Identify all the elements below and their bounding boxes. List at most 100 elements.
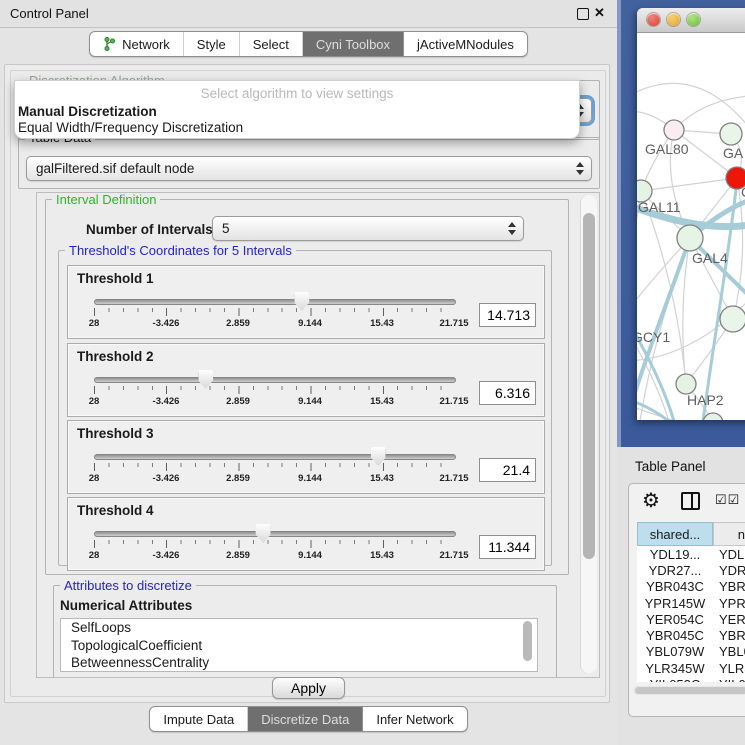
attribute-list-item[interactable]: TopologicalCoefficient	[61, 637, 537, 655]
cell-name: YIL0	[713, 677, 745, 682]
settings-scrollpane: Interval Definition Number of Intervals …	[36, 192, 600, 678]
threshold-1-slider[interactable]: -3.4262.8599.14415.4321.71528	[94, 290, 454, 336]
tab-infer-network[interactable]: Infer Network	[362, 707, 466, 731]
scale-label: 9.144	[298, 473, 322, 484]
cell-name: YBR0	[713, 628, 745, 643]
split-columns-icon[interactable]	[681, 492, 700, 510]
threshold-4-value-input[interactable]	[479, 535, 536, 559]
table-row[interactable]: YLR345W YLR3	[637, 660, 745, 676]
tab-network-label: Network	[122, 37, 170, 52]
threshold-4-slider[interactable]: -3.4262.8599.14415.4321.71528	[94, 522, 454, 568]
table-row[interactable]: YBL079W YBL0	[637, 644, 745, 660]
threshold-3-slider[interactable]: -3.4262.8599.14415.4321.71528	[94, 445, 454, 491]
slider-scale-labels: -3.4262.8599.14415.4321.71528	[94, 550, 454, 562]
cell-name: YBL0	[713, 644, 745, 659]
threshold-3-panel: Threshold 3 -3.4262.8599.14415.4321.7152…	[67, 420, 545, 494]
node-label-partial-below-red: C	[741, 184, 745, 200]
scale-label: 28	[89, 318, 100, 329]
network-window: GAL80 GA C GAL11 GAL4 GCY1 H HAP2	[637, 8, 745, 420]
numerical-attributes-listbox[interactable]: SelfLoopsTopologicalCoefficientBetweenne…	[60, 618, 538, 672]
table-row[interactable]: YDL19... YDL1	[637, 546, 745, 562]
slider-track[interactable]	[94, 531, 456, 537]
table-panel-toolbar: ⚙ ☑☑	[629, 484, 745, 518]
screen: Control Panel ✕ Network Style Select Cyn…	[0, 0, 745, 745]
gear-icon[interactable]: ⚙	[642, 488, 660, 513]
threshold-1-label: Threshold 1	[77, 271, 154, 286]
threshold-1-value-input[interactable]	[479, 303, 536, 327]
scale-label: 2.859	[226, 396, 250, 407]
threshold-2-slider[interactable]: -3.4262.8599.14415.4321.71528	[94, 368, 454, 414]
cell-shared-name: YBR043C	[637, 579, 713, 594]
slider-scale-labels: -3.4262.8599.14415.4321.71528	[94, 473, 454, 485]
zoom-traffic-light[interactable]	[687, 13, 700, 26]
scale-label: 21.715	[439, 318, 468, 329]
scale-label: 21.715	[439, 550, 468, 561]
table-row[interactable]: YDR27... YDR2	[637, 562, 745, 578]
tab-select[interactable]: Select	[239, 32, 302, 56]
node-gal4[interactable]	[677, 225, 703, 251]
float-window-icon[interactable]	[577, 8, 589, 20]
checkbox-icons[interactable]: ☑☑	[715, 492, 740, 508]
network-canvas[interactable]: GAL80 GA C GAL11 GAL4 GCY1 H HAP2	[637, 33, 745, 420]
threshold-1-panel: Threshold 1 -3.4262.8599.14415.4321.7152…	[67, 265, 545, 339]
table-hscrollbar-thumb[interactable]	[635, 687, 745, 694]
cell-shared-name: YBL079W	[637, 644, 713, 659]
threshold-3-value-input[interactable]	[479, 458, 536, 482]
node-partial-top-right[interactable]	[720, 123, 742, 145]
attribute-list-item[interactable]: SelfLoops	[61, 619, 537, 637]
tab-network[interactable]: Network	[90, 32, 183, 56]
node-partial-right-mid[interactable]	[720, 306, 745, 332]
control-panel-titlebar: Control Panel ✕	[0, 0, 617, 28]
column-header-name[interactable]: na	[713, 522, 745, 546]
table-row[interactable]: YIL052C YIL0	[637, 676, 745, 682]
table-data-combobox[interactable]: galFiltered.sif default node	[26, 156, 592, 181]
apply-button[interactable]: Apply	[272, 677, 345, 699]
attribute-list-item[interactable]: BetweennessCentrality	[61, 654, 537, 672]
function-tab-bar: Impute Data Discretize Data Infer Networ…	[0, 706, 617, 732]
close-icon[interactable]: ✕	[594, 5, 605, 21]
tab-impute-data[interactable]: Impute Data	[150, 707, 247, 731]
thresholds-group: Threshold's Coordinates for 5 Intervals …	[58, 250, 552, 566]
cell-name: YPR1	[713, 596, 745, 611]
settings-scrollbar-thumb[interactable]	[583, 213, 595, 559]
tab-style[interactable]: Style	[183, 32, 239, 56]
thresholds-group-title: Threshold's Coordinates for 5 Intervals	[65, 243, 296, 258]
cell-shared-name: YPR145W	[637, 596, 713, 611]
slider-ticks-major	[94, 463, 455, 471]
scale-label: 9.144	[298, 396, 322, 407]
close-traffic-light[interactable]	[647, 13, 660, 26]
cell-name: YBR0	[713, 579, 745, 594]
tab-cyni-toolbox[interactable]: Cyni Toolbox	[302, 32, 403, 56]
table-panel-title: Table Panel	[635, 459, 706, 474]
table-row[interactable]: YBR043C YBR0	[637, 579, 745, 595]
network-window-titlebar	[637, 8, 745, 33]
table-body: YDL19... YDL1 YDR27... YDR2 YBR043C YBR0	[637, 546, 745, 682]
tab-jactivemnodules[interactable]: jActiveMNodules	[403, 32, 527, 56]
threshold-2-label: Threshold 2	[77, 349, 154, 364]
table-hscrollbar-track[interactable]	[633, 686, 745, 695]
listbox-scrollbar-thumb[interactable]	[523, 621, 532, 661]
scale-label: -3.426	[153, 550, 180, 561]
node-gal80[interactable]	[664, 120, 684, 140]
popup-option-equal-width-frequency[interactable]: Equal Width/Frequency Discretization	[18, 120, 243, 135]
node-label-gal4: GAL4	[692, 250, 728, 266]
tab-discretize-data[interactable]: Discretize Data	[247, 707, 362, 731]
node-partial-bottom[interactable]	[703, 413, 723, 420]
settings-scrollbar-track[interactable]	[580, 195, 597, 673]
cell-shared-name: YLR345W	[637, 661, 713, 676]
number-of-intervals-combobox[interactable]: 5	[212, 216, 524, 241]
slider-track[interactable]	[94, 377, 456, 383]
threshold-2-value-input[interactable]	[479, 381, 536, 405]
column-header-shared-name[interactable]: shared...	[637, 522, 713, 546]
node-label-gal80: GAL80	[645, 141, 689, 157]
table-row[interactable]: YPR145W YPR1	[637, 595, 745, 611]
table-row[interactable]: YBR045C YBR0	[637, 627, 745, 643]
scale-label: 2.859	[226, 318, 250, 329]
minimize-traffic-light[interactable]	[667, 13, 680, 26]
table-row[interactable]: YER054C YER0	[637, 611, 745, 627]
popup-option-manual-discretization[interactable]: Manual Discretization	[18, 104, 157, 119]
slider-track[interactable]	[94, 454, 456, 460]
view-tab-bar: Network Style Select Cyni Toolbox jActiv…	[0, 31, 617, 57]
node-hap2[interactable]	[676, 374, 696, 394]
slider-track[interactable]	[94, 299, 456, 305]
